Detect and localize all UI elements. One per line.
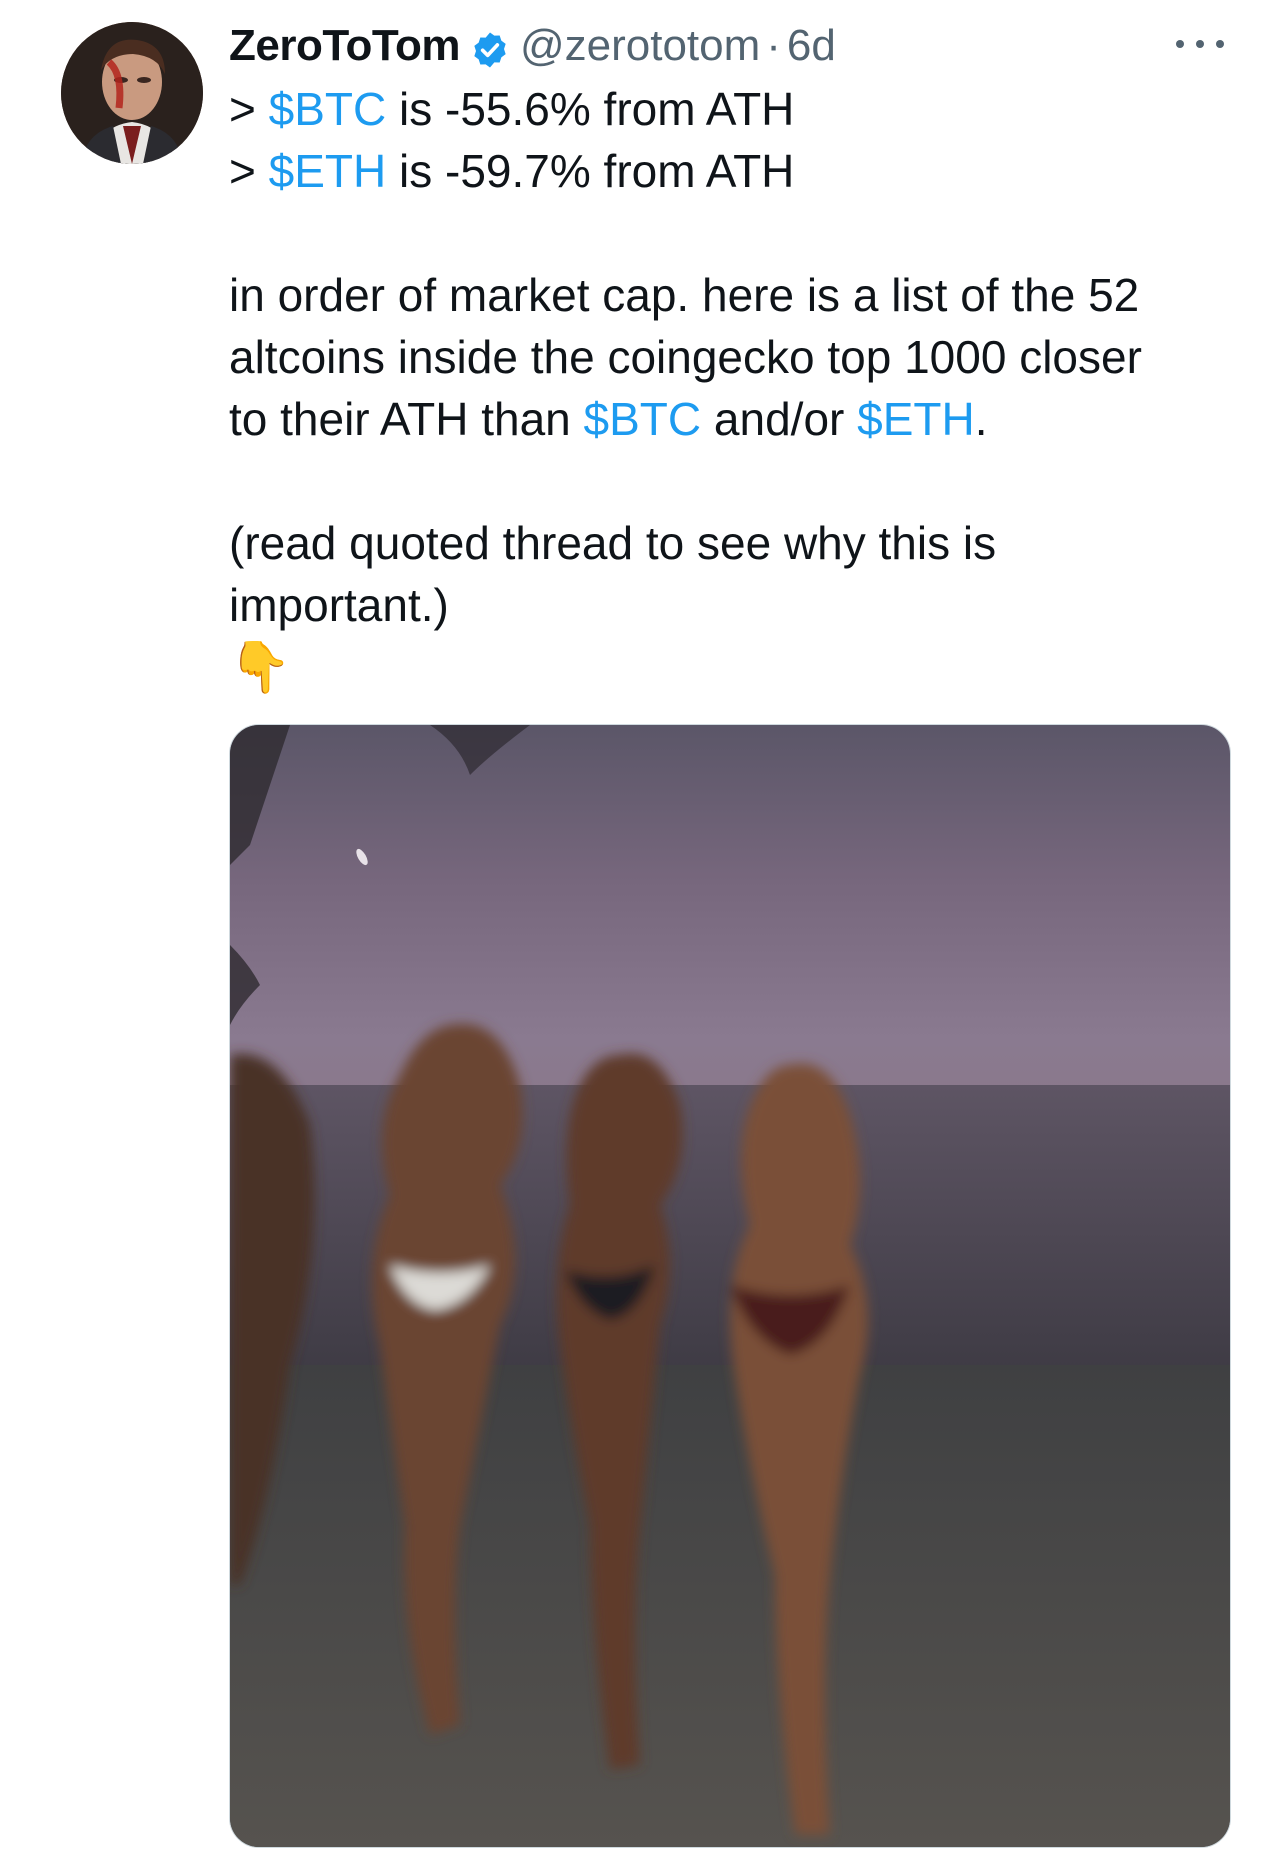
avatar-image	[61, 22, 203, 164]
tweet-line: in order of market cap. here is a list o…	[229, 269, 1140, 321]
author-avatar[interactable]	[61, 22, 203, 164]
tweet-line: important.)	[229, 579, 449, 631]
tweet-line: to their ATH than $BTC and/or $ETH.	[229, 388, 1239, 450]
meta-separator: ·	[766, 21, 781, 70]
verified-badge-icon	[470, 26, 510, 68]
text-segment: to their ATH than	[229, 393, 584, 445]
text-segment: .	[974, 393, 988, 445]
text-segment: >	[229, 145, 269, 197]
cashtag-btc-link[interactable]: $BTC	[584, 393, 702, 445]
text-segment: and/or	[701, 393, 858, 445]
tweet-line: > $BTC is -55.6% from ATH	[229, 78, 1239, 140]
tweet-header: ZeroToTom @zerototom · 6d	[229, 16, 836, 76]
cashtag-eth-link[interactable]: $ETH	[269, 145, 387, 197]
cashtag-eth-link[interactable]: $ETH	[857, 393, 975, 445]
tweet-line: (read quoted thread to see why this is	[229, 517, 997, 569]
text-segment: is -55.6% from ATH	[386, 83, 795, 135]
pointing-down-emoji: 👇	[229, 639, 292, 695]
tweet-line: > $ETH is -59.7% from ATH	[229, 140, 1239, 202]
cashtag-btc-link[interactable]: $BTC	[269, 83, 387, 135]
more-options-icon[interactable]	[1176, 28, 1224, 60]
author-handle[interactable]: @zerototom	[520, 16, 760, 76]
tweet-text: > $BTC is -55.6% from ATH > $ETH is -59.…	[229, 78, 1239, 698]
tweet-timestamp[interactable]: 6d	[787, 16, 836, 76]
text-segment: is -59.7% from ATH	[386, 145, 795, 197]
author-display-name[interactable]: ZeroToTom	[229, 16, 460, 76]
text-segment: >	[229, 83, 269, 135]
tweet-line: altcoins inside the coingecko top 1000 c…	[229, 331, 1142, 383]
tweet-photo[interactable]	[229, 724, 1231, 1848]
photo-image	[230, 725, 1230, 1847]
